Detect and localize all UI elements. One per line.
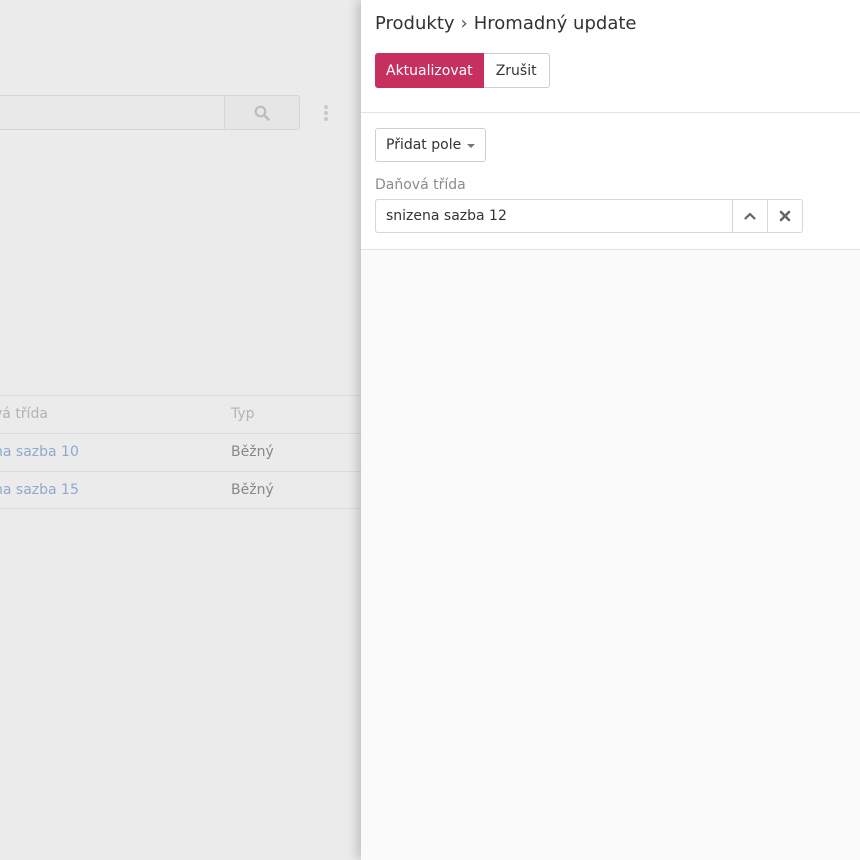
tax-class-label: Daňová třída — [375, 177, 466, 193]
breadcrumb-separator: › — [460, 12, 468, 34]
chevron-up-icon — [744, 212, 756, 220]
more-options-icon[interactable] — [318, 103, 334, 123]
column-header-type: Typ — [231, 406, 255, 422]
breadcrumb: Produkty › Hromadný update — [375, 11, 846, 35]
remove-field-button[interactable] — [768, 199, 803, 233]
panel-actions: Aktualizovat Zrušit — [375, 53, 846, 88]
table-row: na sazba 15 Běžný — [0, 471, 361, 509]
search-icon — [254, 105, 270, 121]
background-search-button[interactable] — [224, 95, 300, 130]
column-header-tax-class: vá třída — [0, 406, 48, 422]
breadcrumb-parent[interactable]: Produkty — [375, 13, 455, 34]
caret-down-icon — [467, 144, 476, 148]
tax-class-field-group: snizena sazba 12 — [375, 199, 803, 233]
cancel-button[interactable]: Zrušit — [483, 53, 550, 88]
type-cell: Běžný — [231, 482, 274, 498]
breadcrumb-current: Hromadný update — [473, 12, 637, 34]
add-field-label: Přidat pole — [386, 137, 462, 153]
collapse-button[interactable] — [733, 199, 768, 233]
background-list-page: vá třída Typ na sazba 10 Běžný na sazba … — [0, 0, 361, 860]
background-products-table: vá třída Typ na sazba 10 Běžný na sazba … — [0, 395, 361, 509]
bulk-update-panel: Produkty › Hromadný update Aktualizovat … — [361, 0, 860, 860]
table-header-row: vá třída Typ — [0, 395, 361, 433]
type-cell: Běžný — [231, 444, 274, 460]
tax-class-select[interactable]: snizena sazba 12 — [375, 199, 733, 233]
panel-header: Produkty › Hromadný update Aktualizovat … — [361, 0, 860, 113]
panel-form: Přidat pole Daňová třída snizena sazba 1… — [361, 113, 860, 250]
tax-class-link[interactable]: na sazba 15 — [0, 472, 79, 509]
table-row: na sazba 10 Běžný — [0, 433, 361, 471]
close-icon — [779, 210, 791, 222]
update-button[interactable]: Aktualizovat — [375, 53, 484, 88]
add-field-dropdown[interactable]: Přidat pole — [375, 128, 487, 162]
tax-class-link[interactable]: na sazba 10 — [0, 434, 79, 471]
background-search-input[interactable] — [0, 95, 225, 130]
